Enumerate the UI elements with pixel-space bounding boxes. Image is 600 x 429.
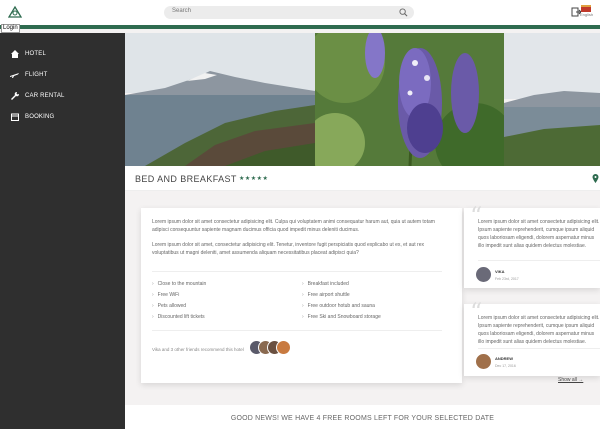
wrench-icon [10, 92, 19, 101]
description-card: Lorem ipsum dolor sit amet consectetur a… [141, 208, 462, 383]
gallery-photo-fjord[interactable] [125, 33, 315, 166]
feature-item: › Breakfast included [302, 281, 349, 287]
divider [152, 330, 442, 331]
show-all-reviews-link[interactable]: Show all → [558, 377, 583, 383]
chevron-right-icon: › [302, 281, 304, 287]
divider [152, 271, 442, 272]
chevron-right-icon: › [152, 292, 154, 298]
chevron-right-icon: › [302, 314, 304, 320]
top-bar: Search English [0, 0, 600, 25]
divider [478, 260, 600, 261]
sidebar-item-label: HOTEL [25, 51, 47, 57]
chevron-right-icon: › [152, 303, 154, 309]
review-date: Feb 23rd, 2017 [495, 277, 519, 281]
search-input[interactable]: Search [172, 8, 191, 14]
sidebar-item-booking[interactable]: BOOKING [10, 111, 54, 123]
friends-recommend-text: Vika and 3 other friends recommend this … [152, 347, 244, 352]
sidebar-item-car-rental[interactable]: CAR RENTAL [10, 90, 65, 102]
review-text: Lorem ipsum dolor sit amet consectetur a… [478, 219, 600, 249]
avatar[interactable] [476, 267, 491, 282]
gallery-photo-coast[interactable] [504, 33, 600, 166]
login-link[interactable]: Login [1, 24, 20, 33]
feature-item: › Free outdoor hotub and sauna [302, 303, 375, 309]
availability-banner: GOOD NEWS! WE HAVE 4 FREE ROOMS LEFT FOR… [125, 405, 600, 429]
avatar[interactable] [276, 340, 291, 355]
friend-avatars [249, 340, 299, 356]
hotel-title-bar: BED AND BREAKFAST ★★★★★ [125, 166, 600, 191]
sidebar-item-label: FLIGHT [25, 72, 48, 78]
logo-icon[interactable] [8, 5, 22, 19]
review-card: “ Lorem ipsum dolor sit amet consectetur… [464, 300, 600, 376]
chevron-right-icon: › [302, 303, 304, 309]
hotel-details: Lorem ipsum dolor sit amet consectetur a… [125, 191, 600, 405]
feature-item: › Free WiFi [152, 292, 180, 298]
accent-strip [0, 25, 600, 29]
chevron-right-icon: › [152, 314, 154, 320]
feature-item: › Free Ski and Snowboard storage [302, 314, 381, 320]
sidebar-item-hotel[interactable]: HOTEL [10, 48, 46, 60]
search-icon[interactable] [399, 8, 408, 17]
gallery-photo-lupine[interactable] [315, 33, 504, 166]
chevron-right-icon: › [152, 281, 154, 287]
avatar[interactable] [476, 354, 491, 369]
review-date: Dec 17, 2016 [495, 364, 516, 368]
location-pin-icon[interactable] [592, 174, 599, 183]
feature-item: › Close to the mountain [152, 281, 207, 287]
reviewer-name: ANDREW [495, 356, 513, 361]
feature-item: › Pets allowed [152, 303, 187, 309]
sidebar-item-label: CAR RENTAL [25, 93, 65, 99]
chevron-right-icon: › [302, 292, 304, 298]
sidebar-item-flight[interactable]: FLIGHT [10, 69, 48, 81]
calendar-icon [10, 113, 19, 122]
language-label[interactable]: English [580, 12, 593, 17]
feature-item: › Free airport shuttle [302, 292, 350, 298]
sidebar-item-label: BOOKING [25, 114, 55, 120]
availability-message: GOOD NEWS! WE HAVE 4 FREE ROOMS LEFT FOR… [230, 415, 495, 422]
description-paragraph: Lorem ipsum dolor sit amet, consectetur … [152, 242, 424, 256]
star-rating: ★★★★★ [239, 176, 269, 182]
language-flag-icon[interactable] [581, 5, 591, 12]
review-card: “ Lorem ipsum dolor sit amet consectetur… [464, 204, 600, 288]
sidebar: HOTEL FLIGHT CAR RENTAL BOOKING [0, 33, 125, 429]
feature-item: › Discounted lift tickets [152, 314, 205, 320]
home-icon [10, 50, 19, 59]
reviewer-name: VIKA [495, 269, 505, 274]
photo-gallery [125, 33, 600, 166]
hotel-title: BED AND BREAKFAST [135, 174, 237, 184]
divider [478, 348, 600, 349]
search-bar[interactable]: Search [164, 6, 414, 19]
description-paragraph: Lorem ipsum dolor sit amet consectetur a… [152, 219, 435, 233]
review-text: Lorem ipsum dolor sit amet consectetur a… [478, 315, 600, 345]
plane-icon [10, 71, 19, 80]
